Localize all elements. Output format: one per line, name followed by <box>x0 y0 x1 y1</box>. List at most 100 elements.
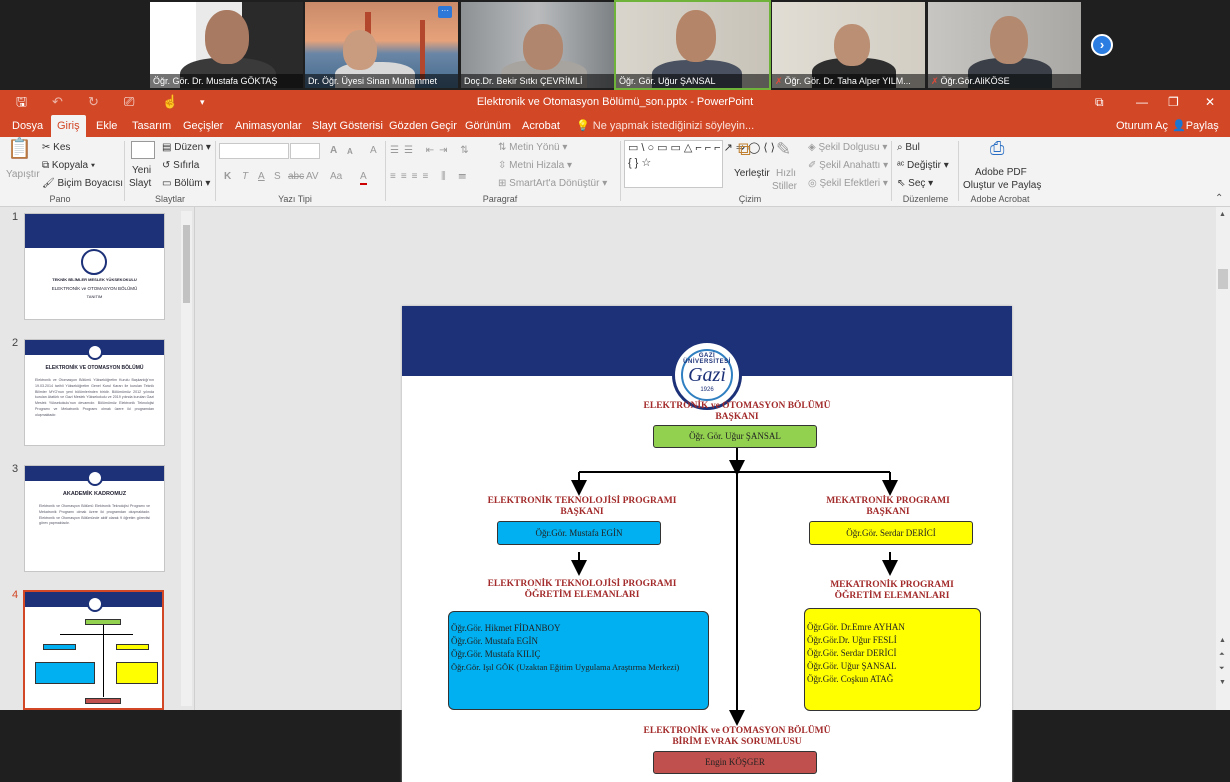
arrange-icon[interactable]: ⧉ <box>738 140 751 158</box>
separator <box>124 141 125 201</box>
tab-gorunum[interactable]: Görünüm <box>459 115 517 137</box>
clear-formatting-icon[interactable]: A <box>370 145 377 157</box>
paste-icon[interactable]: 📋 <box>7 139 32 159</box>
group-label-slaytlar: Slaytlar <box>154 194 185 204</box>
left-title-line-1: ELEKTRONİK TEKNOLOJİSİ PROGRAMI <box>487 496 677 506</box>
new-slide-label-1[interactable]: Yeni <box>132 165 151 177</box>
ribbon-display-options-icon[interactable]: ⧉ <box>1095 93 1104 111</box>
select-button[interactable]: ⇖ Seç ▾ <box>897 178 933 190</box>
shrink-font-icon[interactable]: A <box>347 146 353 158</box>
collapse-ribbon-icon[interactable]: ⌃ <box>1215 193 1223 205</box>
tell-me-search[interactable]: 💡 Ne yapmak istediğinizi söyleyin... <box>570 115 760 137</box>
left-program-head-box[interactable]: Öğr.Gör. Mustafa EGİN <box>497 521 661 545</box>
participant-tile[interactable]: Doç.Dr. Bekir Sıtkı ÇEVRİMLİ <box>461 2 614 88</box>
font-size-input[interactable] <box>290 143 320 159</box>
slide-number: 2 <box>12 337 19 349</box>
minimize-icon[interactable]: — <box>1136 93 1148 111</box>
slide-canvas[interactable]: GAZİ ÜNİVERSİTESİ Gazi 1926 ELEKTRONİK v… <box>402 306 1012 782</box>
next-slide-icon[interactable]: ⏷ <box>1219 665 1225 673</box>
slide-scroll-thumb[interactable] <box>1218 269 1228 289</box>
scroll-up-icon[interactable]: ▲ <box>1219 211 1226 218</box>
font-name-input[interactable] <box>219 143 289 159</box>
prev-slide-icon[interactable]: ⏶ <box>1219 651 1225 659</box>
italic-button[interactable]: T <box>242 171 248 183</box>
change-case-button[interactable]: Aa <box>330 171 342 183</box>
tab-tasarim[interactable]: Tasarım <box>126 115 177 137</box>
quick-styles-label-1[interactable]: Hızlı <box>776 168 796 180</box>
quick-styles-label-2[interactable]: Stiller <box>772 181 797 193</box>
participant-tile[interactable]: ··· Dr. Öğr. Üyesi Sinan Muhammet <box>305 2 458 88</box>
slide-thumbnail-4-selected[interactable] <box>23 590 164 710</box>
right-staff-title-line-2: ÖĞRETİM ELEMANLARI <box>834 591 950 601</box>
participant-tile[interactable]: Öğr. Gör. Dr. Mustafa GÖKTAŞ <box>150 2 303 88</box>
participant-tile[interactable]: ✗ Öğr.Gör.AliKÖSE <box>928 2 1081 88</box>
new-slide-label-2[interactable]: Slayt <box>129 178 151 190</box>
arrange-button[interactable]: Yerleştir <box>734 168 770 180</box>
reset-button[interactable]: ↺ Sıfırla <box>162 160 199 172</box>
share-button[interactable]: 👤Paylaş <box>1166 115 1225 137</box>
chevron-right-icon[interactable]: › <box>1091 34 1113 56</box>
find-button[interactable]: ⌕ Bul <box>897 142 920 154</box>
thumbnail-scrollbar[interactable] <box>181 211 192 706</box>
document-officer-box[interactable]: Engin KÖŞGER <box>653 751 817 774</box>
scroll-up-icon[interactable]: ▲ <box>1219 637 1226 644</box>
slide-scrollbar[interactable]: ▲ ▲ ⏶ ⏷ ▼ <box>1216 207 1230 710</box>
sign-in-link[interactable]: Oturum Aç <box>1110 115 1174 137</box>
participant-tile[interactable]: ✗ Öğr. Gör. Dr. Taha Alper YILM... <box>772 2 925 88</box>
reset-label: Sıfırla <box>173 160 200 171</box>
shapes-gallery[interactable]: ▭\○▭▭△⌐⌐⌐↗⇒◯⟨⟩{}☆ <box>624 140 775 188</box>
powerpoint-window: 🖫 ↶ ↻ ⎚ ☝ ▾ Elektronik ve Otomasyon Bölü… <box>0 90 1230 782</box>
strikethrough-button[interactable]: abc <box>288 171 304 183</box>
participant-tile-active-speaker[interactable]: Öğr. Gör. Uğur ŞANSAL <box>614 0 771 90</box>
font-color-button[interactable]: A <box>360 171 367 185</box>
text-direction-button[interactable]: ⇅ Metin Yönü ▾ <box>498 142 567 154</box>
left-staff-box[interactable]: Öğr.Gör. Hikmet FİDANBOY Öğr.Gör. Mustaf… <box>448 611 709 710</box>
thumbnail-scroll-thumb[interactable] <box>183 225 190 303</box>
shadow-button[interactable]: S <box>274 171 281 183</box>
scroll-down-icon[interactable]: ▼ <box>1219 679 1226 686</box>
list-buttons[interactable]: ☰☰ ⇤⇥ ⇅ <box>390 145 474 157</box>
align-text-button[interactable]: ⇳ Metni Hizala ▾ <box>498 160 572 172</box>
tab-slayt-gosterisi[interactable]: Slayt Gösterisi <box>306 115 389 137</box>
slide-thumbnail-3[interactable]: AKADEMİK KADROMUZ Elektronik ve Otomasyo… <box>24 465 165 572</box>
tab-giris[interactable]: Giriş <box>51 115 86 137</box>
adobe-pdf-label-2[interactable]: Oluştur ve Paylaş <box>963 180 1041 192</box>
tab-gecisler[interactable]: Geçişler <box>177 115 229 137</box>
format-painter-button[interactable]: 🖌 Biçim Boyacısı <box>42 178 123 190</box>
cut-button[interactable]: ✂ Kes <box>42 142 70 154</box>
close-icon[interactable]: ✕ <box>1205 93 1215 111</box>
group-label-duzenleme: Düzenleme <box>902 194 949 204</box>
head-name-box[interactable]: Öğr. Gör. Uğur ŞANSAL <box>653 425 817 448</box>
character-spacing-button[interactable]: AV <box>306 171 319 183</box>
layout-button[interactable]: ▤ Düzen ▾ <box>162 142 211 154</box>
copy-button[interactable]: ⧉ Kopyala ▾ <box>42 160 95 172</box>
tab-dosya[interactable]: Dosya <box>6 115 49 137</box>
head-title-line-2: BAŞKANI <box>715 412 759 422</box>
slide-thumbnail-1[interactable]: TEKNİK BİLİMLER MESLEK YÜKSEKOKULU ELEKT… <box>24 213 165 320</box>
right-program-head-box[interactable]: Öğr.Gör. Serdar DERİCİ <box>809 521 973 545</box>
shape-outline-button[interactable]: ✐ Şekil Anahattı ▾ <box>808 160 888 172</box>
shape-fill-button[interactable]: ◈ Şekil Dolgusu ▾ <box>808 142 887 154</box>
pdf-create-icon[interactable]: ⎙ <box>990 139 1004 157</box>
tab-animasyonlar[interactable]: Animasyonlar <box>229 115 308 137</box>
smartart-button[interactable]: ⊞ SmartArt'a Dönüştür ▾ <box>498 178 607 190</box>
underline-button[interactable]: A <box>258 171 265 183</box>
replace-button[interactable]: ᵃᶜ Değiştir ▾ <box>897 160 949 172</box>
tab-acrobat[interactable]: Acrobat <box>516 115 566 137</box>
align-buttons[interactable]: ≡≡≡≡ ⫼ ☰ <box>390 171 471 183</box>
bold-button[interactable]: K <box>224 171 231 183</box>
quick-styles-icon[interactable]: ✎ <box>776 140 791 158</box>
grow-font-icon[interactable]: A <box>330 145 337 157</box>
more-options-button[interactable]: ··· <box>438 6 452 18</box>
new-slide-icon[interactable] <box>131 141 155 159</box>
adobe-pdf-label-1[interactable]: Adobe PDF <box>975 167 1027 179</box>
shape-effects-button[interactable]: ◎ Şekil Efektleri ▾ <box>808 178 888 190</box>
right-title-line-2: BAŞKANI <box>866 507 910 517</box>
tab-ekle[interactable]: Ekle <box>90 115 123 137</box>
section-button[interactable]: ▭ Bölüm ▾ <box>162 178 210 190</box>
tab-gozden-gecir[interactable]: Gözden Geçir <box>383 115 463 137</box>
paste-button[interactable]: Yapıştır <box>6 169 40 181</box>
slide-thumbnail-2[interactable]: ELEKTRONİK VE OTOMASYON BÖLÜMÜ Elektroni… <box>24 339 165 446</box>
right-staff-box[interactable]: Öğr.Gör. Dr.Emre AYHAN Öğr.Gör.Dr. Uğur … <box>804 608 981 711</box>
restore-icon[interactable]: ❐ <box>1168 93 1179 111</box>
